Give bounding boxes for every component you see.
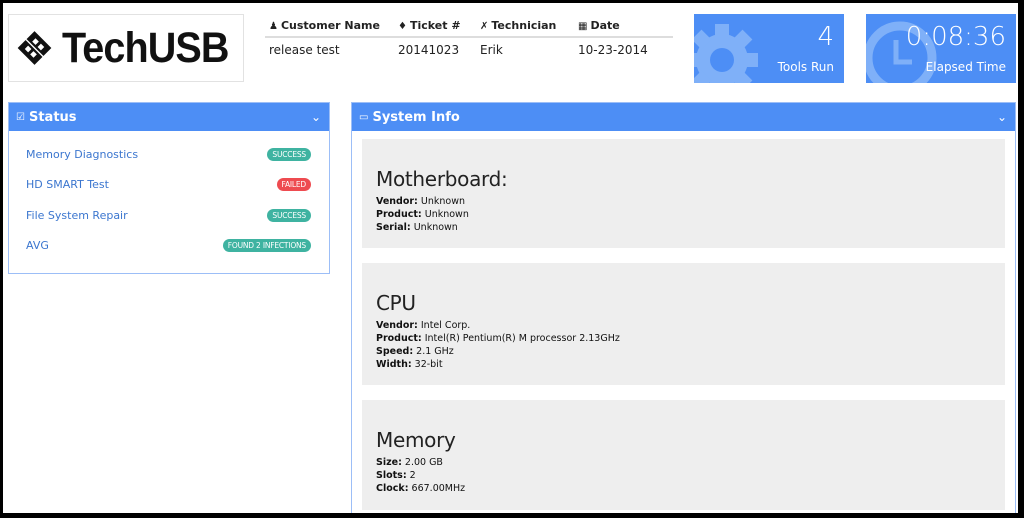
system-info-panel-title: System Info bbox=[372, 109, 460, 125]
system-info-panel-header[interactable]: ▭ System Info ⌄ bbox=[352, 103, 1015, 131]
app-window: TechUSB ♟ Customer Name ♦ Ticket # ✗ Techni… bbox=[3, 3, 1018, 513]
tools-run-label: Tools Run bbox=[777, 60, 834, 74]
status-item-file-system-repair: File System Repair SUCCESS bbox=[26, 200, 311, 231]
logo-diamond-icon bbox=[17, 31, 52, 65]
checkbox-icon: ☑ bbox=[16, 111, 25, 123]
techusb-logo: TechUSB bbox=[8, 14, 244, 82]
chevron-down-icon[interactable]: ⌄ bbox=[997, 110, 1007, 124]
status-panel-title: Status bbox=[28, 109, 77, 125]
wrench-icon: ✗ bbox=[480, 21, 489, 32]
memory-size: Size: 2.00 GB bbox=[376, 457, 443, 468]
elapsed-time-tile: 0:08:36 Elapsed Time bbox=[866, 14, 1016, 83]
cpu-width: Width: 32-bit bbox=[376, 359, 443, 370]
ticket-info-table: ♟ Customer Name ♦ Ticket # ✗ Technician ▦ Da… bbox=[265, 15, 673, 62]
header-technician: ✗ Technician bbox=[480, 19, 557, 32]
memory-slots: Slots: 2 bbox=[376, 470, 416, 481]
motherboard-serial: Serial: Unknown bbox=[376, 222, 458, 233]
header-ticket-number: ♦ Ticket # bbox=[398, 19, 461, 32]
elapsed-time-label: Elapsed Time bbox=[925, 60, 1006, 74]
status-badge: FOUND 2 INFECTIONS bbox=[222, 239, 311, 253]
gear-icon bbox=[694, 24, 758, 83]
date-value: 10-23-2014 bbox=[578, 43, 648, 57]
status-item-hd-smart-test: HD SMART Test FAILED bbox=[26, 170, 311, 201]
status-badge: SUCCESS bbox=[267, 147, 311, 161]
ticket-number-value: 20141023 bbox=[398, 43, 460, 57]
cpu-vendor: Vendor: Intel Corp. bbox=[376, 320, 471, 331]
status-item-link[interactable]: File System Repair bbox=[26, 209, 128, 222]
tools-run-count: 4 bbox=[817, 22, 834, 52]
motherboard-card: Motherboard: Vendor: Unknown Product: Un… bbox=[362, 139, 1005, 248]
system-info-panel: ▭ System Info ⌄ Motherboard: Vendor: Unk… bbox=[351, 102, 1016, 513]
user-icon: ♟ bbox=[269, 21, 278, 32]
memory-card: Memory Size: 2.00 GB Slots: 2 Clock: 667… bbox=[362, 400, 1005, 510]
status-item-memory-diagnostics: Memory Diagnostics SUCCESS bbox=[26, 139, 311, 170]
motherboard-title: Motherboard: bbox=[376, 167, 508, 191]
tag-icon: ♦ bbox=[398, 21, 407, 32]
header-customer-name: ♟ Customer Name bbox=[269, 19, 380, 32]
monitor-icon: ▭ bbox=[359, 111, 369, 123]
status-badge: SUCCESS bbox=[267, 208, 311, 222]
header-date: ▦ Date bbox=[578, 19, 620, 32]
tools-run-tile: 4 Tools Run bbox=[694, 14, 844, 83]
status-item-avg: AVG FOUND 2 INFECTIONS bbox=[26, 231, 311, 262]
chevron-down-icon[interactable]: ⌄ bbox=[311, 110, 321, 124]
memory-clock: Clock: 667.00MHz bbox=[376, 483, 466, 494]
status-item-link[interactable]: HD SMART Test bbox=[26, 178, 109, 191]
cpu-title: CPU bbox=[376, 291, 416, 315]
status-item-link[interactable]: AVG bbox=[26, 239, 49, 252]
cpu-product: Product: Intel(R) Pentium(R) M processor… bbox=[376, 333, 620, 344]
memory-title: Memory bbox=[376, 428, 456, 452]
customer-name-value: release test bbox=[269, 43, 340, 57]
status-list: Memory Diagnostics SUCCESS HD SMART Test… bbox=[9, 131, 329, 269]
motherboard-vendor: Vendor: Unknown bbox=[376, 196, 465, 207]
ticket-header-row: ♟ Customer Name ♦ Ticket # ✗ Technician ▦ Da… bbox=[265, 15, 673, 38]
technician-value: Erik bbox=[480, 43, 503, 57]
cpu-speed: Speed: 2.1 GHz bbox=[376, 346, 454, 357]
calendar-icon: ▦ bbox=[578, 21, 588, 32]
status-panel: ☑ Status ⌄ Memory Diagnostics SUCCESS HD… bbox=[8, 102, 330, 274]
status-item-link[interactable]: Memory Diagnostics bbox=[26, 148, 138, 161]
status-badge: FAILED bbox=[276, 178, 311, 192]
motherboard-product: Product: Unknown bbox=[376, 209, 469, 220]
status-panel-header[interactable]: ☑ Status ⌄ bbox=[9, 103, 329, 131]
elapsed-time-value: 0:08:36 bbox=[905, 22, 1006, 52]
ticket-value-row: release test 20141023 Erik 10-23-2014 bbox=[265, 38, 673, 62]
brand-name: TechUSB bbox=[62, 23, 229, 72]
cpu-card: CPU Vendor: Intel Corp. Product: Intel(R… bbox=[362, 263, 1005, 385]
